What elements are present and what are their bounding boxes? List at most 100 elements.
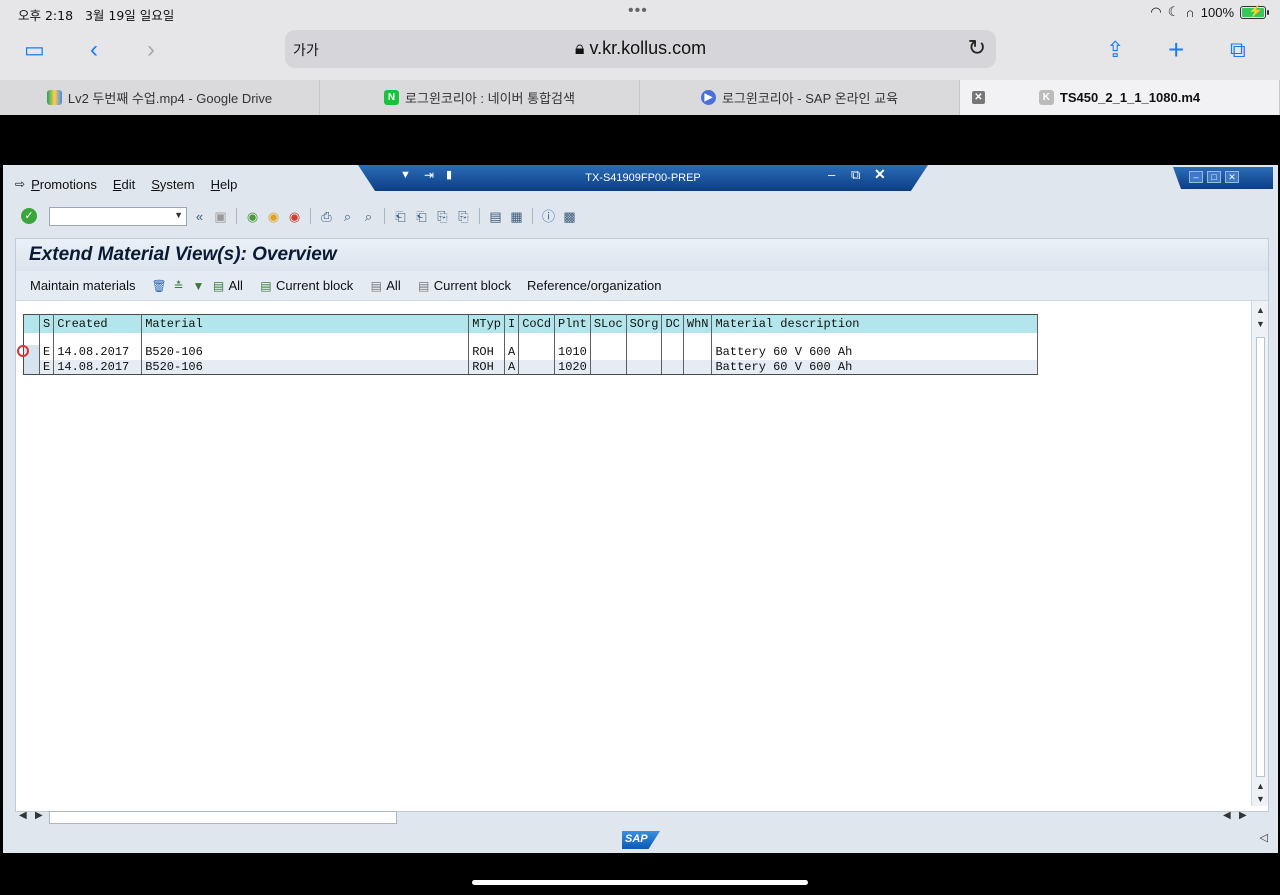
col-plnt[interactable]: Plnt [554, 314, 591, 333]
scroll-down-icon[interactable]: ▼ [1256, 319, 1265, 329]
select-all-column[interactable] [23, 314, 40, 333]
hscroll-thumb[interactable] [49, 811, 397, 824]
win-minimize-icon[interactable]: – [1189, 171, 1203, 183]
tab-video[interactable]: ✕ K TS450_2_1_1_1080.m4 [960, 80, 1280, 115]
horizontal-scrollbar[interactable]: ◀ ▶ ◀ ▶ [3, 808, 1278, 826]
scroll-right-icon[interactable]: ▶ [1239, 810, 1247, 821]
filter-icon[interactable]: ▼ [192, 279, 206, 293]
multitask-dots-icon[interactable]: ••• [628, 2, 648, 20]
material-table: S Created Material MTyp I CoCd Plnt SLoc… [23, 314, 1039, 375]
address-bar[interactable]: 가가 🔒︎ v.kr.kollus.com ↻ [285, 30, 996, 68]
minimize-icon[interactable]: – [828, 167, 835, 182]
col-dc[interactable]: DC [661, 314, 684, 333]
tab-bar: Lv2 두번째 수업.mp4 - Google Drive N 로그윈코리아 :… [0, 80, 1280, 115]
maintain-materials-button[interactable]: Maintain materials [30, 278, 136, 293]
menu-system[interactable]: System [151, 177, 194, 199]
scroll-left-icon[interactable]: ◀ [1223, 810, 1231, 821]
col-s[interactable]: S [39, 314, 55, 333]
menu-edit[interactable]: Edit [113, 177, 135, 199]
col-mtyp[interactable]: MTyp [468, 314, 506, 333]
play-icon: ▶ [700, 90, 716, 105]
reference-organization-button[interactable]: Reference/organization [527, 278, 661, 293]
col-whn[interactable]: WhN [683, 314, 713, 333]
find-icon[interactable]: ⌕ [339, 208, 356, 225]
vertical-scrollbar[interactable]: ▲ ▼ ▲ ▼ [1251, 301, 1268, 806]
status-indicators: ◠ ☾ ∩ 100% ⚡ [1150, 4, 1269, 20]
reload-icon[interactable]: ↻ [968, 35, 986, 61]
help-icon[interactable]: ⓘ [540, 208, 557, 225]
select-current-block-button[interactable]: ▤ Current block [259, 278, 353, 293]
col-created[interactable]: Created [53, 314, 143, 333]
command-field[interactable]: ▼ [49, 206, 187, 226]
menu-help[interactable]: Help [211, 177, 238, 199]
table-row[interactable]: E 14.08.2017 B520-106 ROH A 1010 Battery… [23, 344, 1039, 360]
system-title: TX-S41909FP00-PREP [585, 172, 701, 184]
sap-logo: SAP [622, 831, 660, 849]
close-tab-icon[interactable]: ✕ [972, 91, 985, 104]
new-session-icon[interactable]: ▤ [487, 208, 504, 225]
restore-icon[interactable]: ⧉ [851, 167, 860, 183]
tabs-overview-icon[interactable]: ⧉ [1230, 36, 1246, 64]
col-sloc[interactable]: SLoc [590, 314, 627, 333]
sap-window: ▼ ⇥ ▮ TX-S41909FP00-PREP – ⧉ ✕ – □ ✕ ⇨ P… [3, 165, 1278, 853]
cancel-icon[interactable]: ◉ [286, 208, 303, 225]
url-text: 🔒︎ v.kr.kollus.com [574, 38, 707, 58]
deselect-all-icon: ▤ [370, 278, 382, 293]
scroll-down-icon[interactable]: ▼ [1256, 794, 1265, 804]
col-material-description[interactable]: Material description [711, 314, 1039, 333]
forward-icon[interactable]: › [147, 36, 155, 64]
naver-icon: N [384, 90, 400, 105]
collapse-icon[interactable]: « [191, 208, 208, 225]
col-cocd[interactable]: CoCd [518, 314, 556, 333]
col-sorg[interactable]: SOrg [626, 314, 663, 333]
menu-icon[interactable]: ⇨ [15, 177, 25, 199]
next-page-icon[interactable]: ⎘ [434, 208, 451, 225]
scroll-thumb[interactable] [1256, 337, 1265, 777]
tab-sap-course[interactable]: ▶ 로그윈코리아 - SAP 온라인 교육 [640, 80, 960, 115]
tab-google-drive[interactable]: Lv2 두번째 수업.mp4 - Google Drive [0, 80, 320, 115]
row-select-checkbox[interactable] [23, 359, 40, 375]
customize-layout-icon[interactable]: ▩ [561, 208, 578, 225]
scroll-up-icon[interactable]: ▲ [1256, 781, 1265, 791]
scroll-right-icon[interactable]: ▶ [35, 810, 43, 821]
share-icon[interactable]: ⇪ [1106, 36, 1124, 64]
application-toolbar: Maintain materials 🗑︎ ≛ ▼ ▤ All ▤ Current … [16, 271, 1268, 301]
main-content: Extend Material View(s): Overview Mainta… [15, 238, 1269, 812]
headphones-icon: ∩ [1185, 4, 1195, 20]
table-row[interactable]: E 14.08.2017 B520-106 ROH A 1020 Battery… [23, 359, 1039, 375]
deselect-current-block-button[interactable]: ▤ Current block [417, 278, 511, 293]
block-icon: ▤ [260, 278, 272, 293]
back-icon[interactable]: ◉ [244, 208, 261, 225]
deselect-all-button[interactable]: ▤ All [369, 278, 401, 293]
save-icon[interactable]: ▣ [212, 208, 229, 225]
shortcut-icon[interactable]: ▦ [508, 208, 525, 225]
enter-icon[interactable]: ✓ [21, 208, 37, 224]
expand-status-icon[interactable]: ◁ [1260, 831, 1268, 844]
window-controls: – □ ✕ [1173, 167, 1273, 189]
new-tab-icon[interactable]: + [1168, 36, 1184, 64]
col-material[interactable]: Material [141, 314, 470, 333]
col-i[interactable]: I [504, 314, 520, 333]
battery-icon: ⚡ [1240, 4, 1269, 19]
status-footer: SAP ◁ [3, 827, 1278, 853]
win-close-icon[interactable]: ✕ [1225, 171, 1239, 183]
previous-page-icon[interactable]: ⎗ [413, 208, 430, 225]
cursor-indicator [17, 345, 29, 357]
find-next-icon[interactable]: ⌕ [360, 208, 377, 225]
select-all-button[interactable]: ▤ All [212, 278, 243, 293]
menu-promotions[interactable]: Promotions [31, 177, 97, 199]
tab-naver[interactable]: N 로그윈코리아 : 네이버 통합검색 [320, 80, 640, 115]
exit-icon[interactable]: ◉ [265, 208, 282, 225]
first-page-icon[interactable]: ⎗ [392, 208, 409, 225]
close-icon[interactable]: ✕ [874, 166, 886, 183]
sidebar-icon[interactable]: ▭ [24, 36, 45, 64]
last-page-icon[interactable]: ⎘ [455, 208, 472, 225]
safari-chrome: 오후 2:18 3월 19일 일요일 ••• ◠ ☾ ∩ 100% ⚡ ▭ ‹ … [0, 0, 1280, 115]
scroll-left-icon[interactable]: ◀ [19, 810, 27, 821]
scroll-up-icon[interactable]: ▲ [1256, 305, 1265, 315]
print-icon[interactable]: ⎙ [318, 208, 335, 225]
back-icon[interactable]: ‹ [90, 36, 98, 64]
win-restore-icon[interactable]: □ [1207, 171, 1221, 183]
select-block-icon[interactable]: ≛ [172, 279, 186, 293]
delete-icon[interactable]: 🗑︎ [152, 279, 167, 293]
